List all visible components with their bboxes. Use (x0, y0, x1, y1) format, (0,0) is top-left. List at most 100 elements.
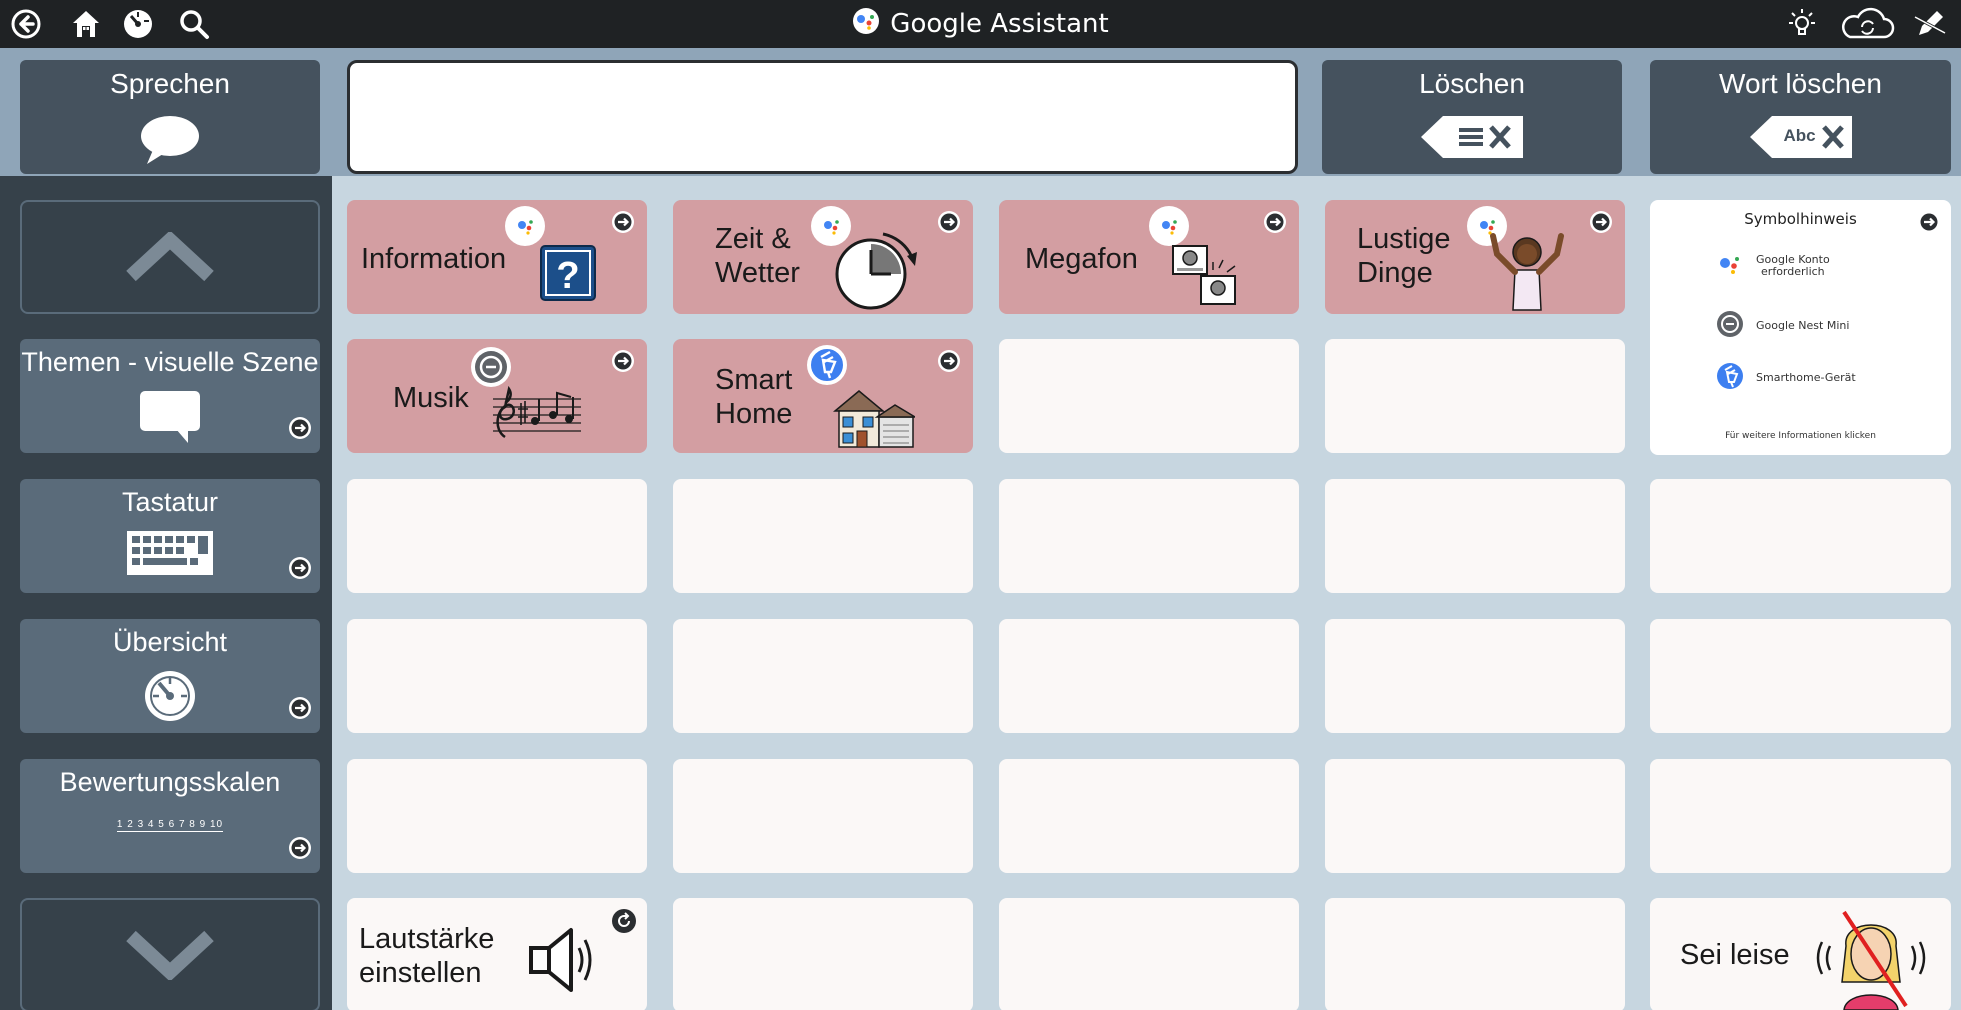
legend-row-smarthome: Smarthome-Gerät (1716, 362, 1856, 393)
legend-nest-text: Google Nest Mini (1756, 319, 1850, 332)
navigate-arrow-icon (1589, 210, 1613, 239)
google-assistant-icon (505, 206, 545, 246)
empty-cell[interactable] (1650, 479, 1951, 593)
empty-cell[interactable] (347, 759, 647, 873)
clear-word-label: Wort löschen (1719, 68, 1882, 99)
nest-mini-icon (471, 347, 511, 387)
music-label: Musik (393, 382, 469, 414)
music-button[interactable]: Musik (347, 339, 647, 453)
message-input[interactable] (350, 63, 1295, 171)
google-assistant-icon (1716, 252, 1744, 279)
be-quiet-label: Sei leise (1680, 939, 1790, 971)
smart-home-label-1: Smart (715, 364, 793, 396)
legend-row-account: Google Konto erforderlich (1716, 252, 1830, 279)
legend-account-text-2: erforderlich (1761, 264, 1825, 278)
speak-button[interactable]: Sprechen (20, 60, 320, 174)
sidebar-item-label: Themen - visuelle Szene (21, 347, 319, 377)
keyboard-icon (20, 529, 320, 577)
navigate-arrow-icon (288, 696, 312, 725)
navigate-arrow-icon (288, 836, 312, 865)
sidebar-item-overview[interactable]: Übersicht (20, 619, 320, 733)
legend-title: Symbolhinweis (1744, 210, 1857, 228)
dashboard-icon (20, 669, 320, 723)
cheering-person-icon (1485, 230, 1569, 317)
be-quiet-person-icon (1810, 906, 1932, 1010)
time-weather-label-1: Zeit & (715, 223, 791, 255)
empty-cell[interactable] (1325, 759, 1625, 873)
search-icon[interactable] (176, 6, 212, 42)
sidebar-item-keyboard[interactable]: Tastatur (20, 479, 320, 593)
sidebar-item-visual-scene[interactable]: Themen - visuelle Szene (20, 339, 320, 453)
sidebar-item-rating-scales[interactable]: Bewertungsskalen 1 2 3 4 5 6 7 8 9 10 (20, 759, 320, 873)
empty-cell[interactable] (673, 759, 973, 873)
be-quiet-button[interactable]: Sei leise (1650, 898, 1951, 1010)
lightbulb-icon[interactable] (1784, 6, 1820, 42)
music-notes-icon (491, 385, 583, 448)
dashboard-icon[interactable] (120, 6, 156, 42)
clear-text-icon (1419, 114, 1525, 165)
empty-cell[interactable] (1325, 619, 1625, 733)
message-window[interactable] (347, 60, 1298, 174)
time-weather-label-2: Wetter (715, 257, 800, 289)
empty-cell[interactable] (1325, 479, 1625, 593)
information-button[interactable]: Information ? (347, 200, 647, 314)
back-arrow-icon[interactable] (8, 6, 44, 42)
empty-cell[interactable] (999, 619, 1299, 733)
empty-cell[interactable] (1325, 339, 1625, 453)
clear-word-icon: Abc (1748, 114, 1854, 165)
clear-word-icon-text: Abc (1783, 126, 1816, 145)
speaker-devices-icon (1171, 244, 1243, 313)
empty-cell[interactable] (999, 759, 1299, 873)
navigate-arrow-icon (937, 210, 961, 239)
navigate-arrow-icon (611, 349, 635, 378)
smart-home-button[interactable]: Smart Home (673, 339, 973, 453)
speak-label: Sprechen (110, 68, 230, 99)
rating-scale-text: 1 2 3 4 5 6 7 8 9 10 (116, 819, 224, 832)
back-arrow-icon (611, 908, 637, 939)
svg-text:?: ? (556, 255, 579, 297)
empty-cell[interactable] (347, 479, 647, 593)
funny-things-button[interactable]: Lustige Dinge (1325, 200, 1625, 314)
clock-icon (833, 228, 919, 317)
empty-cell[interactable] (673, 619, 973, 733)
navigate-arrow-icon (1263, 210, 1287, 239)
empty-cell[interactable] (999, 339, 1299, 453)
home-icon[interactable] (68, 6, 104, 42)
app-title-text: Google Assistant (890, 9, 1109, 39)
scroll-up-button[interactable] (20, 200, 320, 314)
empty-cell[interactable] (999, 898, 1299, 1010)
edit-pencil-icon[interactable] (1912, 6, 1948, 42)
time-weather-button[interactable]: Zeit & Wetter (673, 200, 973, 314)
empty-cell[interactable] (1650, 759, 1951, 873)
megaphone-button[interactable]: Megafon (999, 200, 1299, 314)
symbol-legend-card[interactable]: Symbolhinweis Google Konto erforderlich … (1650, 200, 1951, 455)
legend-account-text-1: Google Konto (1756, 252, 1830, 266)
empty-cell[interactable] (347, 619, 647, 733)
title-bar: Google Assistant (0, 0, 1961, 48)
legend-smarthome-text: Smarthome-Gerät (1756, 371, 1856, 384)
empty-cell[interactable] (673, 898, 973, 1010)
navigate-arrow-icon (288, 416, 312, 445)
empty-cell[interactable] (1650, 619, 1951, 733)
empty-cell[interactable] (999, 479, 1299, 593)
clear-button[interactable]: Löschen (1322, 60, 1622, 174)
clear-label: Löschen (1419, 68, 1525, 99)
volume-button[interactable]: Lautstärke einstellen (347, 898, 647, 1010)
smarthome-plug-icon (1716, 362, 1744, 393)
speaker-volume-icon (527, 924, 607, 1001)
scroll-down-button[interactable] (20, 898, 320, 1010)
clear-word-button[interactable]: Wort löschen Abc (1650, 60, 1951, 174)
house-icon (832, 387, 918, 454)
empty-cell[interactable] (1325, 898, 1625, 1010)
cloud-sync-icon[interactable] (1836, 6, 1898, 42)
smarthome-plug-icon (807, 345, 847, 385)
navigate-arrow-icon (611, 210, 635, 239)
funny-things-label-1: Lustige (1357, 223, 1451, 255)
app-title: Google Assistant (0, 0, 1961, 48)
empty-cell[interactable] (673, 479, 973, 593)
navigate-arrow-icon (288, 556, 312, 585)
chevron-up-icon (126, 232, 214, 282)
rating-scale-icon: 1 2 3 4 5 6 7 8 9 10 (20, 819, 320, 832)
google-assistant-icon (1149, 206, 1189, 246)
legend-footer: Für weitere Informationen klicken (1725, 431, 1876, 441)
